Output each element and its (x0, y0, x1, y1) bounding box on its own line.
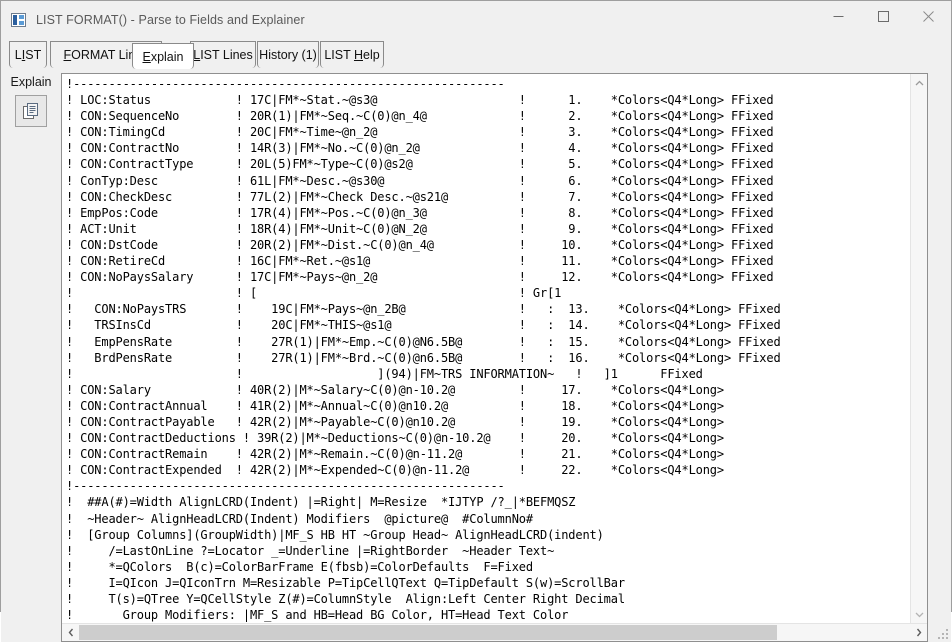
explain-panel-label: Explain (10, 75, 52, 89)
tab-explain[interactable]: Explain (132, 43, 194, 69)
maximize-icon (878, 10, 889, 22)
chevron-left-icon (68, 628, 73, 637)
resize-grip[interactable] (934, 69, 951, 642)
tab-explain-label: Explain (142, 49, 184, 64)
chevron-down-icon (915, 612, 923, 618)
scroll-left-button[interactable] (62, 624, 79, 642)
body-area: Explain !-------------------------------… (1, 69, 951, 642)
tab-list-label: LIST (14, 48, 42, 62)
horizontal-scroll-track[interactable] (79, 624, 910, 642)
tab-history[interactable]: History (1) (257, 41, 319, 68)
application-window: LIST FORMAT() - Parse to Fields and Expl… (0, 0, 952, 642)
pane-inner: !---------------------------------------… (62, 74, 927, 624)
tab-list-help[interactable]: LIST Help (320, 41, 384, 68)
tab-list-help-label: LIST Help (324, 48, 380, 62)
tab-history-label: History (1) (259, 48, 317, 62)
maximize-button[interactable] (861, 1, 906, 31)
horizontal-scrollbar[interactable] (62, 623, 927, 642)
tab-list-lines[interactable]: LIST Lines (190, 41, 256, 68)
scroll-up-button[interactable] (910, 74, 927, 91)
tab-list-lines-label: LIST Lines (193, 48, 253, 62)
window-controls (816, 1, 951, 39)
minimize-icon (833, 15, 844, 17)
explain-text-pane: !---------------------------------------… (61, 73, 928, 642)
chevron-right-icon (916, 628, 921, 637)
scroll-down-button[interactable] (910, 606, 927, 624)
copy-button[interactable] (15, 95, 47, 127)
copy-pages-icon (23, 103, 38, 119)
tab-list[interactable]: LIST (9, 41, 47, 68)
window-title: LIST FORMAT() - Parse to Fields and Expl… (36, 13, 305, 27)
close-icon (923, 10, 934, 22)
chevron-up-icon (915, 80, 923, 85)
explain-text: !---------------------------------------… (66, 77, 781, 623)
vertical-scrollbar[interactable] (910, 74, 927, 624)
title-bar: LIST FORMAT() - Parse to Fields and Expl… (1, 1, 951, 39)
horizontal-scroll-thumb[interactable] (79, 625, 778, 641)
scroll-right-button[interactable] (910, 624, 927, 642)
tab-strip: LIST FORMAT Lines Explain LIST Lines His… (1, 39, 951, 69)
explain-code-area[interactable]: !---------------------------------------… (62, 74, 910, 623)
left-rail: Explain (1, 69, 61, 642)
close-button[interactable] (906, 1, 951, 31)
minimize-button[interactable] (816, 1, 861, 31)
list-format-icon (11, 12, 27, 28)
